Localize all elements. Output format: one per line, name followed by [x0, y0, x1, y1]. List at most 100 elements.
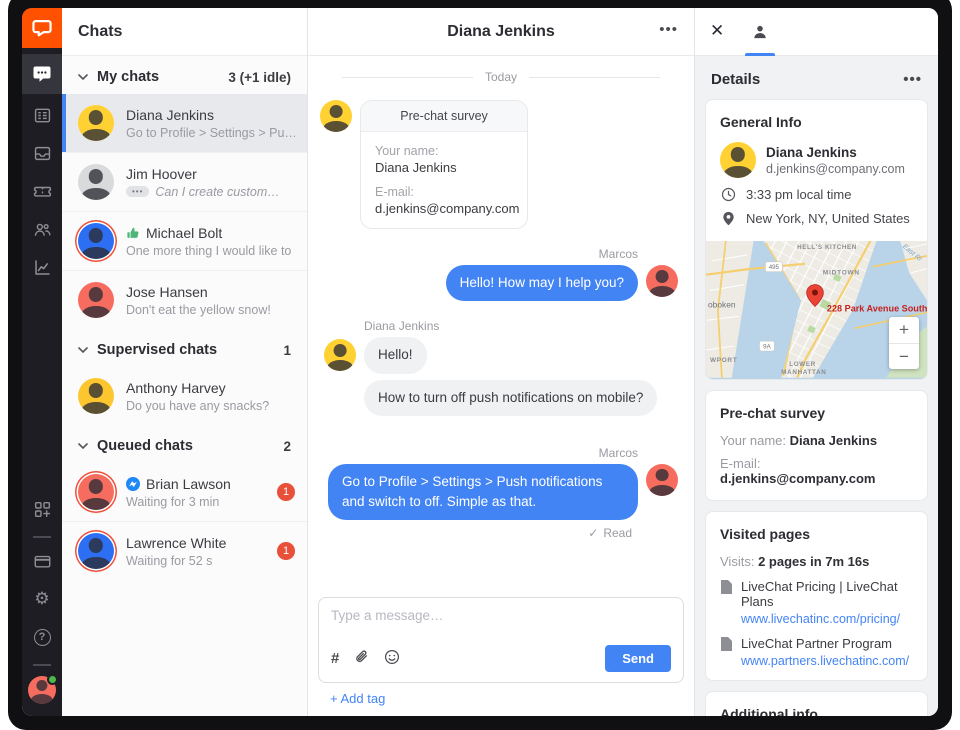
rail-item-billing[interactable] — [22, 544, 62, 578]
customer-identity-row: Diana Jenkins d.jenkins@company.com — [720, 142, 913, 178]
rail-item-settings[interactable] — [22, 582, 62, 616]
chat-name: Jose Hansen — [126, 284, 295, 300]
rail-item-help[interactable]: ? — [22, 620, 62, 654]
chats-icon — [32, 64, 52, 84]
card-heading: Visited pages — [720, 526, 913, 542]
rail-item-reports[interactable] — [22, 250, 62, 284]
map[interactable]: HELL'S KITCHEN MIDTOWN oboken WPORT LOWE… — [706, 241, 927, 379]
map-label-hoboken: oboken — [708, 299, 736, 309]
chat-preview-text: Can I create custom… — [155, 185, 279, 199]
chat-preview: Waiting for 3 min — [126, 495, 265, 509]
chat-row-text: Michael Bolt One more thing I would like… — [126, 225, 295, 258]
svg-text:9A: 9A — [763, 344, 771, 351]
customer-name: Diana Jenkins — [766, 145, 905, 160]
rail-item-engage[interactable] — [22, 98, 62, 132]
details-menu-button[interactable]: ••• — [903, 71, 922, 88]
prechat-survey-body: Your name: Diana Jenkins E-mail: d.jenki… — [361, 132, 527, 228]
chat-list-panel: Chats My chats 3 (+1 idle) Diana Jenkins… — [62, 8, 308, 716]
chat-row-michael-bolt[interactable]: Michael Bolt One more thing I would like… — [62, 211, 307, 270]
emoji-icon[interactable] — [384, 649, 400, 668]
chat-row-jose-hansen[interactable]: Jose Hansen Don't eat the yellow snow! — [62, 270, 307, 329]
chat-name-text: Michael Bolt — [146, 225, 222, 241]
avatar — [78, 282, 114, 318]
read-receipt: ✓ Read — [588, 526, 632, 540]
conversation-menu-button[interactable]: ••• — [659, 21, 678, 38]
message-group-customer: Diana Jenkins Hello! How to turn off pus… — [324, 319, 678, 422]
avatar — [78, 164, 114, 200]
page-title: LiveChat Pricing | LiveChat Plans — [741, 579, 913, 609]
avatar — [320, 100, 352, 132]
message-composer: Send — [318, 597, 684, 683]
section-my-chats[interactable]: My chats 3 (+1 idle) — [62, 56, 307, 94]
chat-name: Anthony Harvey — [126, 380, 295, 396]
chat-row-jim-hoover[interactable]: Jim Hoover ••• Can I create custom… — [62, 152, 307, 211]
rail-item-tickets[interactable] — [22, 174, 62, 208]
chat-row-text: Diana Jenkins Go to Profile > Settings >… — [126, 107, 295, 140]
rail-item-archives[interactable] — [22, 136, 62, 170]
chat-row-text: Jose Hansen Don't eat the yellow snow! — [126, 284, 295, 317]
message-bubble: Go to Profile > Settings > Push notifica… — [328, 464, 638, 521]
chat-row-anthony-harvey[interactable]: Anthony Harvey Do you have any snacks? — [62, 367, 307, 425]
person-icon — [751, 23, 769, 41]
chat-row-lawrence-white[interactable]: Lawrence White Waiting for 52 s 1 — [62, 521, 307, 580]
message-column: Diana Jenkins Hello! How to turn off pus… — [364, 319, 657, 422]
details-panel: ✕ Details ••• General Info Diana Jenkins — [695, 8, 938, 716]
chat-preview: Go to Profile > Settings > Pu… — [126, 126, 295, 140]
page-text: LiveChat Partner Program www.partners.li… — [741, 636, 909, 668]
message-author: Marcos — [599, 247, 638, 261]
zoom-out-button[interactable]: − — [889, 343, 919, 369]
active-tab-indicator — [745, 53, 775, 56]
details-tabbar: ✕ — [695, 8, 938, 56]
chat-preview: Don't eat the yellow snow! — [126, 303, 295, 317]
close-icon[interactable]: ✕ — [710, 21, 724, 41]
field-label: Visits: — [720, 554, 754, 569]
chat-row-brian-lawson[interactable]: Brian Lawson Waiting for 3 min 1 — [62, 463, 307, 521]
map-address-label: 228 Park Avenue South — [827, 303, 927, 313]
attachment-icon[interactable] — [354, 649, 369, 668]
chat-preview: Waiting for 52 s — [126, 554, 265, 568]
field-value: Diana Jenkins — [790, 433, 877, 448]
chat-row-diana-jenkins[interactable]: Diana Jenkins Go to Profile > Settings >… — [62, 94, 307, 152]
livechat-logo-icon — [31, 17, 53, 39]
message-list: Today Pre-chat survey Your name: Diana J… — [308, 56, 694, 591]
chat-row-text: Anthony Harvey Do you have any snacks? — [126, 380, 295, 413]
send-button[interactable]: Send — [605, 645, 671, 672]
survey-field: Your name: Diana Jenkins — [720, 433, 913, 448]
page-link[interactable]: www.livechatinc.com/pricing/ — [741, 612, 913, 626]
conversation-title: Diana Jenkins — [447, 23, 555, 41]
rail-item-chats[interactable] — [22, 54, 62, 94]
message-input[interactable] — [331, 608, 671, 645]
map-label-lower: LOWER — [789, 361, 816, 368]
page-link[interactable]: www.partners.livechatinc.com/ — [741, 654, 909, 668]
customer-identity-text: Diana Jenkins d.jenkins@company.com — [766, 145, 905, 176]
tab-customer-details[interactable] — [743, 8, 777, 56]
prechat-survey-card: Pre-chat survey Your name: Diana Jenkins… — [360, 100, 528, 229]
add-tag-link[interactable]: + Add tag — [318, 683, 397, 716]
typing-indicator-icon: ••• — [126, 186, 149, 197]
rail-item-customers[interactable] — [22, 212, 62, 246]
chat-name: Brian Lawson — [126, 476, 265, 492]
section-count: 1 — [283, 343, 291, 358]
canned-response-icon[interactable] — [331, 650, 339, 667]
section-queued-chats[interactable]: Queued chats 2 — [62, 425, 307, 463]
card-heading: Pre-chat survey — [720, 405, 913, 421]
field-value: Diana Jenkins — [375, 160, 513, 175]
section-count: 2 — [283, 439, 291, 454]
section-supervised-chats[interactable]: Supervised chats 1 — [62, 329, 307, 367]
map-label-hells-kitchen: HELL'S KITCHEN — [797, 244, 857, 251]
archives-inbox-icon — [33, 144, 52, 163]
svg-text:495: 495 — [769, 264, 780, 271]
composer-toolbar: Send — [331, 645, 671, 672]
conversation-panel: Diana Jenkins ••• Today Pre-chat survey … — [308, 8, 695, 716]
map-label-newport: WPORT — [710, 357, 737, 364]
livechat-logo — [22, 8, 62, 48]
page-icon — [720, 580, 732, 626]
composer-area: Send + Add tag — [308, 591, 694, 716]
avatar — [78, 223, 114, 259]
zoom-in-button[interactable]: + — [889, 317, 919, 343]
rail-item-apps[interactable] — [22, 492, 62, 526]
prechat-survey-message: Pre-chat survey Your name: Diana Jenkins… — [320, 100, 684, 229]
chevron-down-icon — [78, 443, 88, 449]
message-author: Marcos — [599, 446, 638, 460]
agent-profile-avatar[interactable] — [28, 676, 56, 704]
